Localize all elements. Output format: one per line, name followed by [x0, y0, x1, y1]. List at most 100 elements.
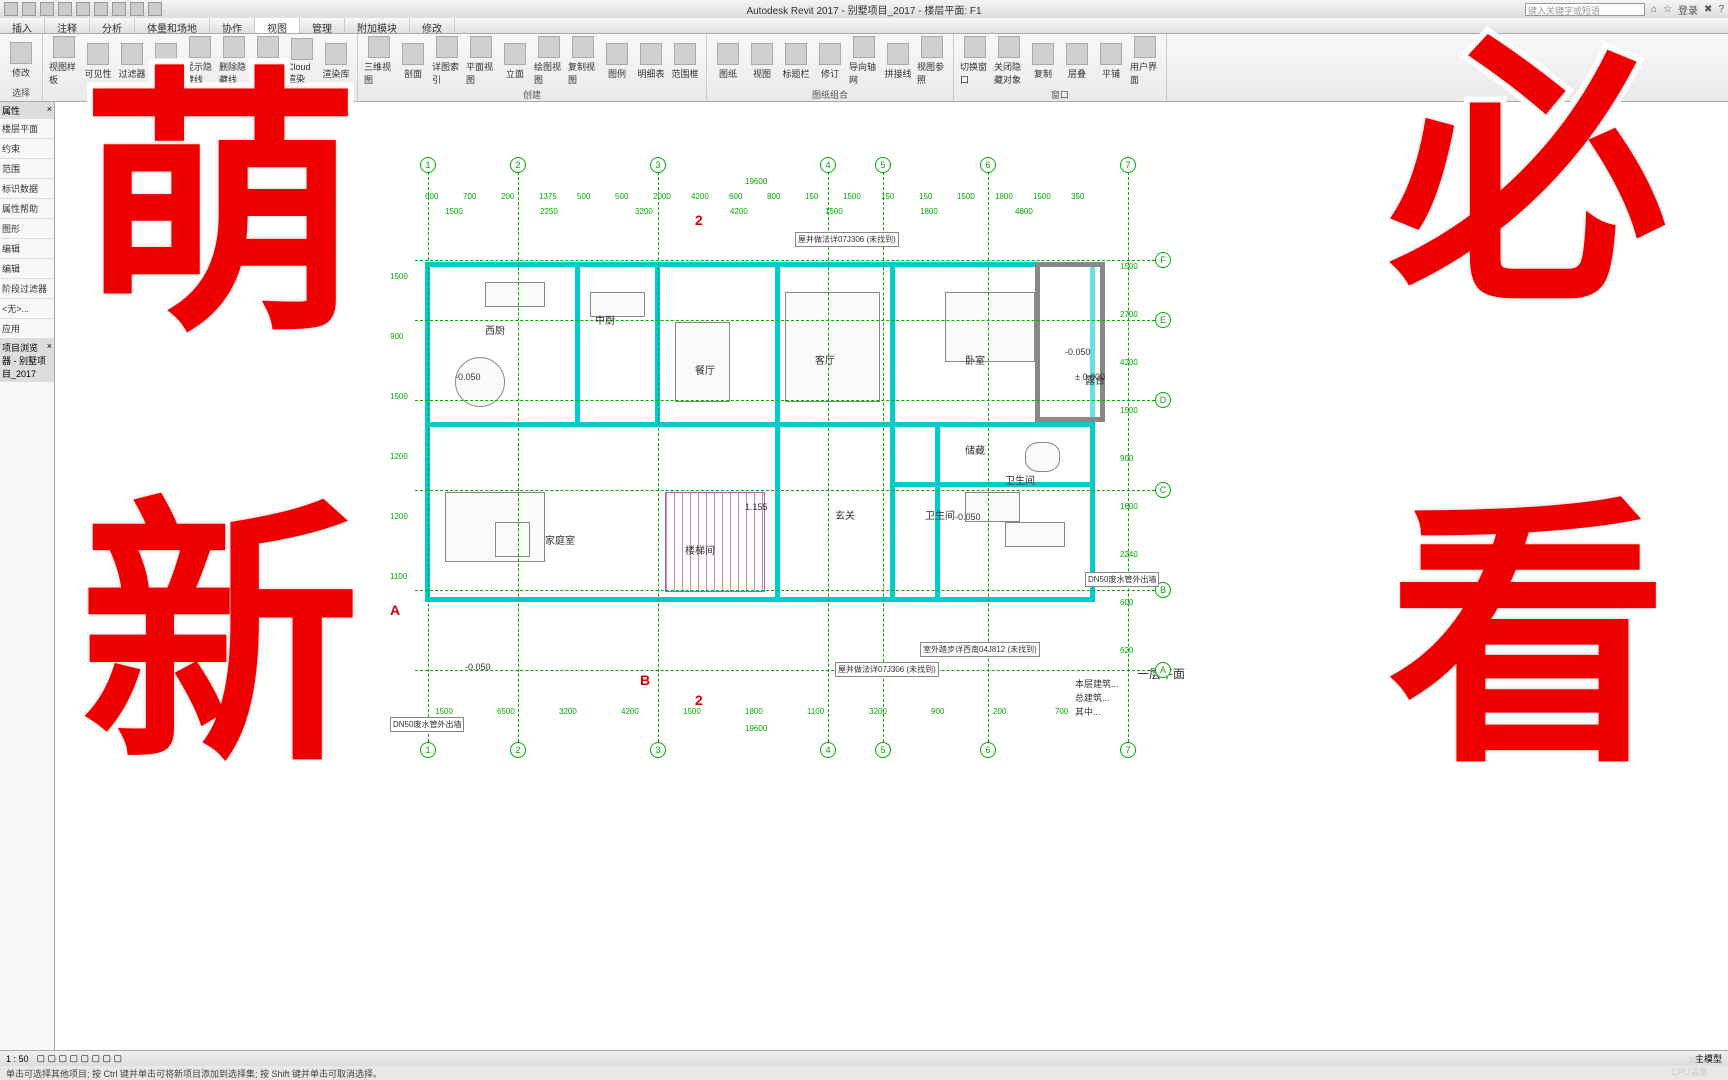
ribbon-button[interactable]: 切换窗口 — [960, 36, 990, 86]
ribbon-button[interactable]: 图纸 — [713, 36, 743, 86]
property-row[interactable]: 约束 — [0, 139, 54, 159]
ribbon-button[interactable]: 可见性 — [83, 36, 113, 86]
tab-附加模块[interactable]: 附加模块 — [345, 18, 410, 33]
ribbon-tabstrip[interactable]: 插入注释分析体量和场地协作视图管理附加模块修改 — [0, 18, 1728, 34]
ribbon-button[interactable]: 剖面 — [398, 36, 428, 86]
ribbon-button[interactable]: 平铺 — [1096, 36, 1126, 86]
room-label: 西厨 — [485, 322, 505, 337]
search-input[interactable]: 键入关键字或短语 — [1525, 3, 1645, 16]
ribbon-button[interactable]: 层叠 — [1062, 36, 1092, 86]
property-row[interactable]: 范围 — [0, 159, 54, 179]
ribbon-button[interactable]: 立面 — [500, 36, 530, 86]
property-row[interactable]: 编辑 — [0, 239, 54, 259]
panel-label: 图形 — [49, 86, 351, 101]
qat-icon[interactable] — [130, 2, 144, 16]
quick-access-toolbar[interactable] — [0, 2, 162, 16]
tab-修改[interactable]: 修改 — [410, 18, 455, 33]
properties-panel[interactable]: 属性× 楼层平面 约束范围标识数据属性帮助图形编辑编辑阶段过滤器<无>...应用… — [0, 102, 55, 1050]
grid-bubble: 4 — [820, 157, 836, 173]
ribbon-button[interactable]: 修改 — [6, 36, 36, 84]
property-row[interactable]: 应用 — [0, 319, 54, 339]
grid-bubble: A — [1155, 662, 1171, 678]
dimension: 600 — [425, 192, 438, 201]
dimension: 1500 — [1120, 406, 1138, 415]
property-row[interactable]: 属性帮助 — [0, 199, 54, 219]
property-row[interactable]: 阶段过滤器 — [0, 279, 54, 299]
ribbon-button[interactable]: 复制视图 — [568, 36, 598, 86]
view-controls[interactable]: ▢ ▢ ▢ ▢ ▢ ▢ ▢ ▢ — [37, 1053, 123, 1064]
qat-icon[interactable] — [58, 2, 72, 16]
qat-icon[interactable] — [112, 2, 126, 16]
tab-协作[interactable]: 协作 — [210, 18, 255, 33]
property-row[interactable]: <无>... — [0, 299, 54, 319]
room-label: 卫生间 — [925, 507, 955, 522]
tool-icon — [436, 36, 458, 58]
ribbon-button[interactable]: 详图索引 — [432, 36, 462, 86]
tab-体量和场地[interactable]: 体量和场地 — [135, 18, 210, 33]
ribbon-button[interactable]: 标题栏 — [781, 36, 811, 86]
tool-icon — [887, 43, 909, 65]
user-label[interactable]: 登录 — [1678, 2, 1698, 17]
ribbon-button[interactable]: 平面视图 — [466, 36, 496, 86]
ribbon-button[interactable]: 导向轴网 — [849, 36, 879, 86]
dimension: 1500 — [957, 192, 975, 201]
view-control-bar[interactable]: 1 : 50 ▢ ▢ ▢ ▢ ▢ ▢ ▢ ▢ 主模型 — [0, 1050, 1728, 1066]
property-row[interactable]: 编辑 — [0, 259, 54, 279]
qat-icon[interactable] — [148, 2, 162, 16]
grid-bubble: E — [1155, 312, 1171, 328]
help-icon[interactable]: ? — [1718, 4, 1724, 15]
infocenter-icon[interactable]: ⌂ — [1651, 4, 1657, 15]
ribbon-button[interactable]: 复制 — [1028, 36, 1058, 86]
tab-视图[interactable]: 视图 — [255, 18, 300, 33]
ribbon-button[interactable]: 视图样板 — [49, 36, 79, 86]
qat-icon[interactable] — [22, 2, 36, 16]
section-mark: 2 — [695, 692, 703, 708]
qat-icon[interactable] — [94, 2, 108, 16]
ribbon-button[interactable]: 渲染库 — [321, 36, 351, 86]
property-row[interactable]: 标识数据 — [0, 179, 54, 199]
ribbon-button[interactable]: 拼接线 — [883, 36, 913, 86]
level-mark: -0.050 — [1065, 347, 1091, 357]
star-icon[interactable]: ☆ — [1663, 4, 1672, 15]
scale-label[interactable]: 1 : 50 — [6, 1054, 29, 1064]
ribbon-button[interactable]: 明细表 — [636, 36, 666, 86]
qat-icon[interactable] — [4, 2, 18, 16]
button-label: 修改 — [12, 66, 30, 79]
ribbon-button[interactable]: 修订 — [815, 36, 845, 86]
tool-icon — [368, 36, 390, 58]
tab-注释[interactable]: 注释 — [45, 18, 90, 33]
ribbon-button[interactable]: 关闭隐藏对象 — [994, 36, 1024, 86]
dimension: 900 — [1120, 454, 1133, 463]
ribbon-button[interactable]: 视图参照 — [917, 36, 947, 86]
gridline — [415, 490, 1155, 491]
type-selector[interactable]: 楼层平面 — [0, 119, 54, 139]
ribbon-button[interactable]: 范围框 — [670, 36, 700, 86]
ribbon-button[interactable]: Cloud渲染 — [287, 36, 317, 86]
ribbon-button[interactable]: 删除隐藏线 — [219, 36, 249, 86]
close-icon[interactable]: × — [47, 104, 52, 117]
close-icon[interactable]: ✖ — [1704, 4, 1712, 15]
ribbon-button[interactable]: 绘图视图 — [534, 36, 564, 86]
grid-bubble: 6 — [980, 742, 996, 758]
tab-管理[interactable]: 管理 — [300, 18, 345, 33]
ribbon-button[interactable]: 用户界面 — [1130, 36, 1160, 86]
drawing-canvas[interactable]: 一层平面 11223344556677ABCDEF600700200137550… — [55, 102, 1728, 1050]
tool-icon — [785, 43, 807, 65]
property-row[interactable]: 图形 — [0, 219, 54, 239]
ribbon-button[interactable]: 剖切面轮廓 — [253, 36, 283, 86]
dimension: 1100 — [390, 572, 407, 581]
ribbon-button[interactable]: 三维视图 — [364, 36, 394, 86]
annotation: DN50废水管外出墙 — [390, 717, 464, 732]
tab-插入[interactable]: 插入 — [0, 18, 45, 33]
tab-分析[interactable]: 分析 — [90, 18, 135, 33]
ribbon-button[interactable]: 视图 — [747, 36, 777, 86]
grid-bubble: D — [1155, 392, 1171, 408]
tool-icon — [1134, 36, 1156, 58]
ribbon-button[interactable]: 细线 — [151, 36, 181, 86]
balcony — [1035, 262, 1105, 422]
qat-icon[interactable] — [40, 2, 54, 16]
ribbon-button[interactable]: 图例 — [602, 36, 632, 86]
qat-icon[interactable] — [76, 2, 90, 16]
ribbon-button[interactable]: 显示隐藏线 — [185, 36, 215, 86]
ribbon-button[interactable]: 过滤器 — [117, 36, 147, 86]
